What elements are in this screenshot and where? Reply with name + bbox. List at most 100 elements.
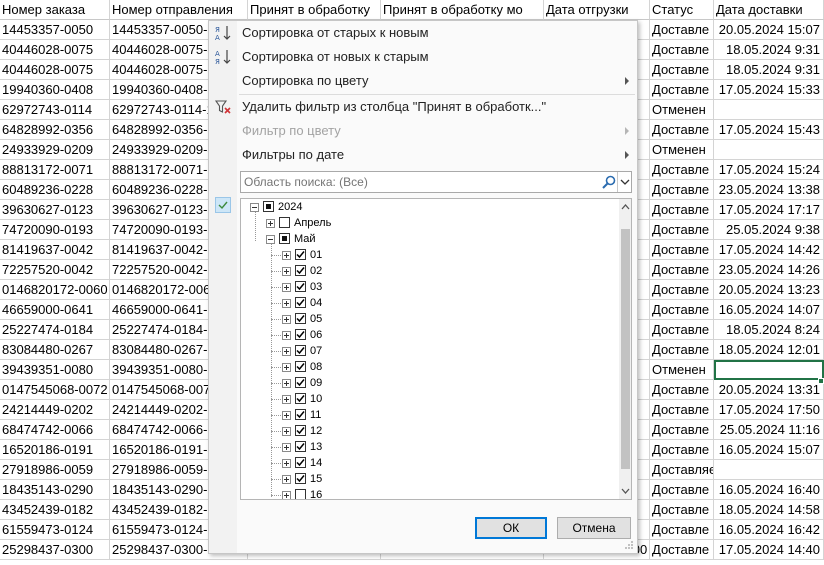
table-cell[interactable]: 25298437-0300 xyxy=(0,540,110,560)
table-cell[interactable]: 74720090-0193 xyxy=(0,220,110,240)
table-cell[interactable]: Доставле xyxy=(650,220,714,240)
table-cell[interactable] xyxy=(714,140,824,160)
table-cell[interactable]: 46659000-0641 xyxy=(0,300,110,320)
tree-node-year[interactable]: 2024 xyxy=(241,199,611,215)
expand-toggle[interactable] xyxy=(282,347,291,356)
expand-toggle[interactable] xyxy=(282,475,291,484)
table-cell[interactable]: 20.05.2024 13:31 xyxy=(714,380,824,400)
date-filters-item[interactable]: Фильтры по дате xyxy=(209,143,637,167)
fill-handle[interactable] xyxy=(818,378,824,384)
day-checkbox[interactable] xyxy=(295,361,306,372)
resize-grip-icon[interactable] xyxy=(624,540,634,550)
day-checkbox[interactable] xyxy=(295,489,306,499)
day-checkbox[interactable] xyxy=(295,329,306,340)
tree-node-day[interactable]: 06 xyxy=(241,327,611,343)
day-checkbox[interactable] xyxy=(295,425,306,436)
tree-node-day[interactable]: 14 xyxy=(241,455,611,471)
table-cell[interactable]: 18.05.2024 12:01 xyxy=(714,340,824,360)
expand-toggle[interactable] xyxy=(282,331,291,340)
tree-node-day[interactable]: 09 xyxy=(241,375,611,391)
table-cell[interactable]: 20.05.2024 13:23 xyxy=(714,280,824,300)
table-cell[interactable]: 24214449-0202 xyxy=(0,400,110,420)
month-checkbox[interactable] xyxy=(279,233,290,244)
table-cell[interactable] xyxy=(714,100,824,120)
table-cell[interactable]: 20.05.2024 15:07 xyxy=(714,20,824,40)
expand-toggle[interactable] xyxy=(266,219,275,228)
search-box[interactable] xyxy=(240,171,632,193)
day-checkbox[interactable] xyxy=(295,297,306,308)
date-tree[interactable]: 2024 Апрель Май 01 02 03 04 05 06 07 08 09 10 11 12… xyxy=(240,198,632,500)
table-cell[interactable]: 17.05.2024 17:50 xyxy=(714,400,824,420)
table-cell[interactable] xyxy=(714,460,824,480)
expand-toggle[interactable] xyxy=(282,491,291,499)
day-checkbox[interactable] xyxy=(295,393,306,404)
cancel-button[interactable]: Отмена xyxy=(557,517,631,539)
tree-node-day[interactable]: 04 xyxy=(241,295,611,311)
table-cell[interactable]: Доставле xyxy=(650,440,714,460)
day-checkbox[interactable] xyxy=(295,313,306,324)
table-cell[interactable]: Доставле xyxy=(650,540,714,560)
table-cell[interactable]: Доставле xyxy=(650,160,714,180)
tree-node-day[interactable]: 16 xyxy=(241,487,611,499)
tree-node-day[interactable]: 03 xyxy=(241,279,611,295)
table-cell[interactable]: 27918986-0059 xyxy=(0,460,110,480)
table-cell[interactable]: 18.05.2024 14:58 xyxy=(714,500,824,520)
table-cell[interactable]: 17.05.2024 17:17 xyxy=(714,200,824,220)
table-cell[interactable]: 19940360-0408 xyxy=(0,80,110,100)
table-cell[interactable]: 60489236-0228 xyxy=(0,180,110,200)
scroll-down-button[interactable] xyxy=(619,483,631,499)
table-cell[interactable]: Доставле xyxy=(650,240,714,260)
ok-button[interactable]: ОК xyxy=(475,517,547,539)
table-cell[interactable]: 14453357-0050 xyxy=(0,20,110,40)
table-cell[interactable]: 39439351-0080 xyxy=(0,360,110,380)
table-cell[interactable]: 88813172-0071 xyxy=(0,160,110,180)
table-cell[interactable]: Доставле xyxy=(650,500,714,520)
table-cell[interactable]: 16.05.2024 16:40 xyxy=(714,480,824,500)
table-cell[interactable]: 18435143-0290 xyxy=(0,480,110,500)
expand-toggle[interactable] xyxy=(282,395,291,404)
day-checkbox[interactable] xyxy=(295,473,306,484)
table-cell[interactable]: 17.05.2024 15:33 xyxy=(714,80,824,100)
tree-node-month[interactable]: Май xyxy=(241,231,611,247)
expand-toggle[interactable] xyxy=(282,315,291,324)
tree-node-day[interactable]: 02 xyxy=(241,263,611,279)
sort-by-color-item[interactable]: Сортировка по цвету xyxy=(209,69,637,93)
table-cell[interactable]: 24933929-0209 xyxy=(0,140,110,160)
expand-toggle[interactable] xyxy=(282,443,291,452)
table-cell[interactable]: 23.05.2024 13:38 xyxy=(714,180,824,200)
table-cell[interactable]: 17.05.2024 14:42 xyxy=(714,240,824,260)
expand-toggle[interactable] xyxy=(282,459,291,468)
year-checkbox[interactable] xyxy=(263,201,274,212)
table-cell[interactable]: 40446028-0075 xyxy=(0,40,110,60)
expand-toggle[interactable] xyxy=(282,283,291,292)
column-header-delivery-date[interactable]: Дата доставки xyxy=(714,0,824,20)
day-checkbox[interactable] xyxy=(295,377,306,388)
table-cell[interactable]: 83084480-0267 xyxy=(0,340,110,360)
table-cell[interactable]: 40446028-0075 xyxy=(0,60,110,80)
expand-toggle[interactable] xyxy=(282,267,291,276)
table-cell[interactable]: Доставле xyxy=(650,40,714,60)
collapse-toggle[interactable] xyxy=(266,235,275,244)
table-cell[interactable]: 81419637-0042 xyxy=(0,240,110,260)
table-cell[interactable]: Доставле xyxy=(650,320,714,340)
table-cell[interactable]: 25.05.2024 11:16 xyxy=(714,420,824,440)
table-cell[interactable]: Доставле xyxy=(650,260,714,280)
table-cell[interactable]: Отменен xyxy=(650,100,714,120)
table-cell[interactable]: Доставле xyxy=(650,420,714,440)
clear-filter-item[interactable]: Удалить фильтр из столбца "Принят в обра… xyxy=(209,95,637,119)
column-header-ship-date[interactable]: Дата отгрузки xyxy=(544,0,650,20)
search-scope-dropdown[interactable] xyxy=(617,172,632,192)
table-cell[interactable]: 72257520-0042 xyxy=(0,260,110,280)
table-cell[interactable]: Доставле xyxy=(650,80,714,100)
day-checkbox[interactable] xyxy=(295,441,306,452)
expand-toggle[interactable] xyxy=(282,363,291,372)
table-cell[interactable]: 17.05.2024 14:40 xyxy=(714,540,824,560)
search-input[interactable] xyxy=(241,172,595,192)
table-cell[interactable]: 68474742-0066 xyxy=(0,420,110,440)
table-cell[interactable]: Доставляется xyxy=(650,460,714,480)
table-cell[interactable]: 64828992-0356 xyxy=(0,120,110,140)
day-checkbox[interactable] xyxy=(295,265,306,276)
tree-node-day[interactable]: 01 xyxy=(241,247,611,263)
table-cell[interactable]: Отменен xyxy=(650,140,714,160)
month-checkbox[interactable] xyxy=(279,217,290,228)
